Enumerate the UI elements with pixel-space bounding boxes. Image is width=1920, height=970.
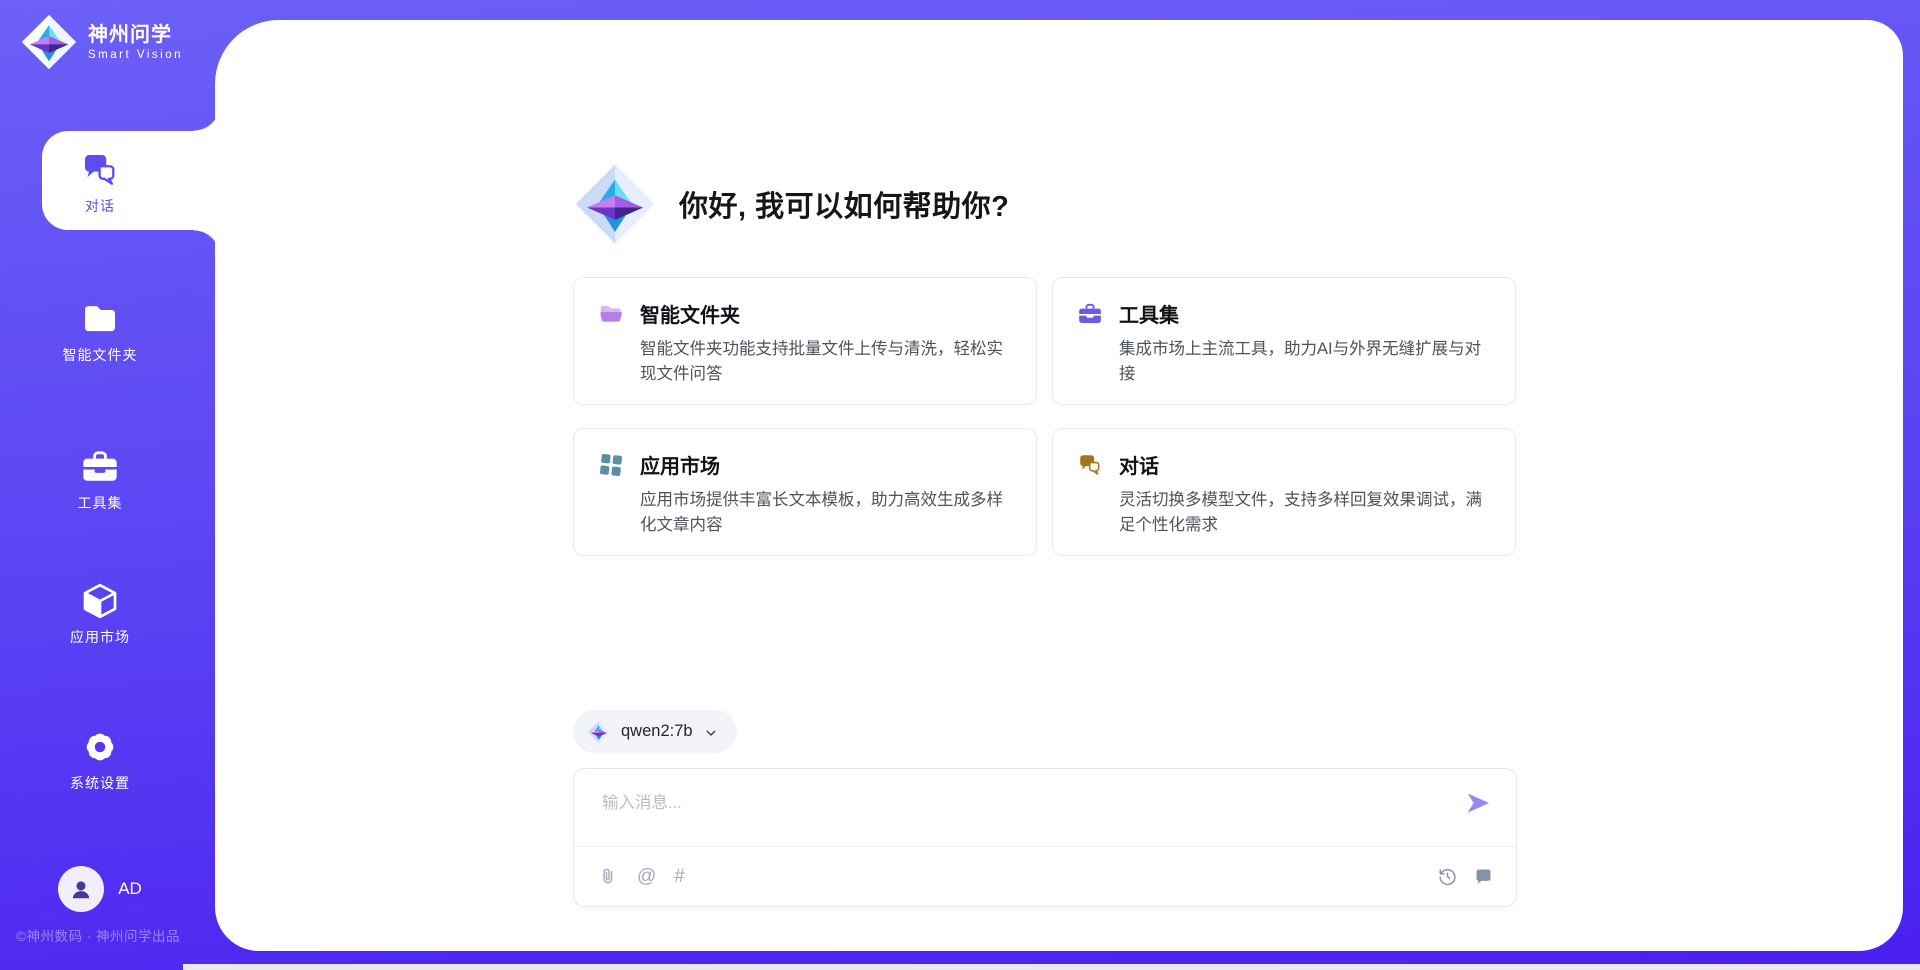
message-input[interactable]	[600, 787, 1424, 841]
card-description: 智能文件夹功能支持批量文件上传与清洗，轻松实现文件问答	[640, 337, 1012, 387]
content-column: 你好, 我可以如何帮助你? 智能文件夹 智能文件夹功能支持批量文件上传与清洗，轻…	[573, 20, 1517, 951]
avatar	[58, 866, 104, 912]
composer-divider	[574, 846, 1516, 847]
model-selector[interactable]: qwen2:7b	[573, 710, 737, 753]
sidebar-item-smart-folder[interactable]: 智能文件夹	[0, 280, 200, 379]
send-icon[interactable]	[1464, 789, 1492, 817]
sidebar-item-label: 应用市场	[0, 627, 200, 647]
history-button[interactable]	[1437, 866, 1458, 887]
feature-cards: 智能文件夹 智能文件夹功能支持批量文件上传与清洗，轻松实现文件问答 工具集 集	[573, 277, 1517, 556]
gear-icon	[78, 727, 122, 767]
card-title: 对话	[1119, 450, 1159, 479]
app-grid-icon	[598, 452, 624, 478]
card-title: 应用市场	[640, 450, 720, 479]
toolbox-icon	[1077, 301, 1103, 327]
chat-icon	[78, 150, 122, 190]
sidebar-item-app-market[interactable]: 应用市场	[0, 562, 200, 661]
toolbox-icon	[78, 447, 122, 487]
model-name: qwen2:7b	[621, 722, 693, 741]
card-description: 应用市场提供丰富长文本模板，助力高效生成多样化文章内容	[640, 488, 1012, 538]
greeting-gem-icon	[573, 162, 657, 246]
card-title: 工具集	[1119, 299, 1179, 328]
attachment-button[interactable]	[598, 866, 619, 887]
card-description: 灵活切换多模型文件，支持多样回复效果调试，满足个性化需求	[1119, 488, 1491, 538]
sidebar-item-chat[interactable]: 对话	[0, 131, 200, 230]
brand-gem-icon	[20, 13, 78, 71]
sidebar-item-label: 智能文件夹	[0, 345, 200, 365]
chat-icon	[1077, 452, 1103, 478]
message-composer: @ #	[573, 768, 1517, 907]
card-chat[interactable]: 对话 灵活切换多模型文件，支持多样回复效果调试，满足个性化需求	[1052, 428, 1516, 556]
comment-icon	[1473, 866, 1494, 887]
folder-icon	[78, 299, 122, 339]
active-tab-scoop-bottom	[194, 230, 220, 256]
sidebar-item-settings[interactable]: 系统设置	[0, 708, 200, 807]
folder-open-icon	[598, 301, 624, 327]
topic-button[interactable]: #	[674, 867, 685, 886]
person-icon	[68, 876, 94, 902]
user-name: AD	[118, 879, 142, 899]
greeting: 你好, 我可以如何帮助你?	[573, 162, 1009, 246]
cube-icon	[78, 581, 122, 621]
user-profile[interactable]: AD	[0, 866, 200, 912]
sidebar-item-toolbox[interactable]: 工具集	[0, 428, 200, 527]
sidebar-item-label: 对话	[0, 196, 200, 216]
paperclip-icon	[598, 866, 619, 887]
greeting-text: 你好, 我可以如何帮助你?	[679, 183, 1009, 225]
app-logo: 神州问学 Smart Vision	[20, 13, 183, 71]
active-tab-scoop-top	[194, 105, 220, 131]
card-smart-folder[interactable]: 智能文件夹 智能文件夹功能支持批量文件上传与清洗，轻松实现文件问答	[573, 277, 1037, 405]
card-app-market[interactable]: 应用市场 应用市场提供丰富长文本模板，助力高效生成多样化文章内容	[573, 428, 1037, 556]
card-toolbox[interactable]: 工具集 集成市场上主流工具，助力AI与外界无缝扩展与对接	[1052, 277, 1516, 405]
card-title: 智能文件夹	[640, 299, 740, 328]
chevron-down-icon	[703, 725, 719, 741]
sidebar: 神州问学 Smart Vision 对话 智能文件夹 工具集	[0, 0, 215, 970]
model-gem-icon	[587, 720, 611, 744]
sidebar-item-label: 工具集	[0, 493, 200, 513]
sidebar-item-label: 系统设置	[0, 773, 200, 793]
card-description: 集成市场上主流工具，助力AI与外界无缝扩展与对接	[1119, 337, 1491, 387]
history-icon	[1437, 866, 1458, 887]
mention-button[interactable]: @	[637, 867, 656, 886]
horizontal-scrollbar[interactable]	[183, 964, 1920, 970]
copyright-footer: ©神州数码 · 神州问学出品	[16, 925, 180, 945]
feedback-button[interactable]	[1473, 866, 1494, 887]
brand-subtitle: Smart Vision	[88, 49, 183, 61]
main-panel: 你好, 我可以如何帮助你? 智能文件夹 智能文件夹功能支持批量文件上传与清洗，轻…	[215, 20, 1903, 951]
composer-tools-right	[1437, 846, 1494, 906]
composer-tools-left: @ #	[598, 846, 685, 906]
brand-name: 神州问学	[88, 24, 183, 46]
